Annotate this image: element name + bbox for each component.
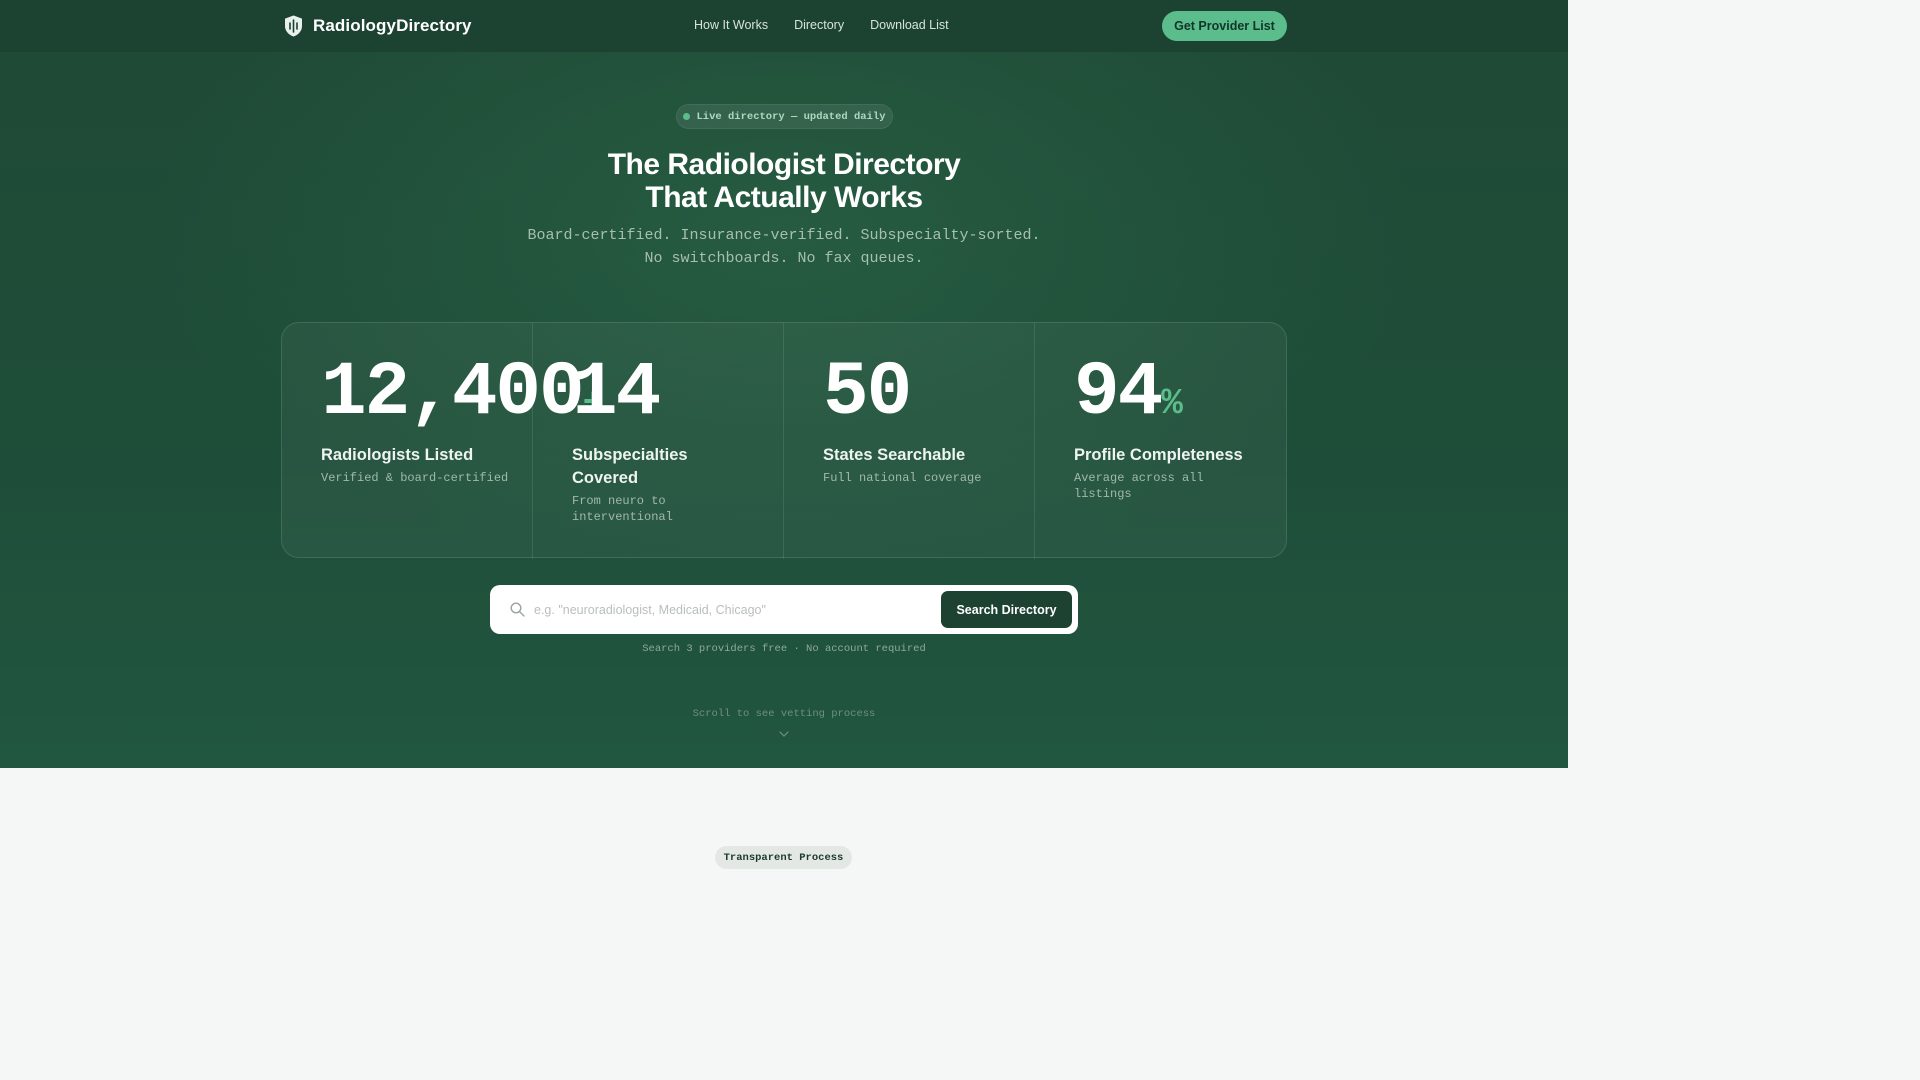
scroll-hint: Scroll to see vetting process <box>692 708 876 720</box>
stat-label: Radiologists Listed <box>321 446 474 464</box>
status-dot-icon <box>683 113 691 120</box>
stat-label: Profile Completeness <box>1074 446 1243 464</box>
shield-icon <box>285 15 302 37</box>
stats-panel: 12,400+ Radiologists Listed Verified & b… <box>281 322 1287 559</box>
stat-label: Subspecialties Covered <box>572 446 688 487</box>
top-nav: RadiologyDirectory How It Works Director… <box>0 0 1568 52</box>
hero-subtitle: Board-certified. Insurance-verified. Sub… <box>384 224 1184 270</box>
nav-link-directory[interactable]: Directory <box>794 18 844 32</box>
stat-label: States Searchable <box>823 446 966 464</box>
stat-suffix: % <box>1161 383 1183 424</box>
stat-value: 14 <box>572 350 661 436</box>
chevron-down-icon[interactable] <box>778 730 790 738</box>
search-icon <box>510 602 525 617</box>
badge-text: Live directory — updated daily <box>696 110 886 123</box>
live-badge: Live directory — updated daily <box>676 104 893 129</box>
brand[interactable]: RadiologyDirectory <box>284 14 472 38</box>
search-input[interactable] <box>534 597 924 622</box>
stat-value: 50 <box>823 350 912 436</box>
page-title: The Radiologist Directory That Actually … <box>434 148 1134 214</box>
stat-desc: From neuro to interventional <box>572 494 673 524</box>
nav-link-how-it-works[interactable]: How It Works <box>694 18 768 32</box>
hero-section: RadiologyDirectory How It Works Director… <box>0 0 1568 768</box>
stat-desc: Full national coverage <box>823 471 982 485</box>
stat-value: 94% <box>1074 350 1183 436</box>
subtitle-line-1: Board-certified. Insurance-verified. Sub… <box>527 227 1041 244</box>
search-directory-button[interactable]: Search Directory <box>941 591 1072 628</box>
headline-line-2: That Actually Works <box>645 181 923 214</box>
stat-states: 50 States Searchable Full national cover… <box>784 323 1035 559</box>
headline-line-1: The Radiologist Directory <box>607 148 961 181</box>
nav-link-download-list[interactable]: Download List <box>870 18 949 32</box>
stat-subspecialties: 14 Subspecialties Covered From neuro to … <box>533 323 784 559</box>
search-note: Search 3 providers free · No account req… <box>642 643 926 655</box>
section-pill: Transparent Process <box>715 846 852 869</box>
nav-links: How It Works Directory Download List <box>694 18 949 32</box>
stat-desc: Average across all listings <box>1074 471 1204 501</box>
stat-radiologists: 12,400+ Radiologists Listed Verified & b… <box>282 323 604 559</box>
search-bar: Search Directory <box>490 585 1078 634</box>
stat-desc: Verified & board-certified <box>321 471 509 485</box>
subtitle-line-2: No switchboards. No fax queues. <box>644 250 924 267</box>
brand-name: RadiologyDirectory <box>313 16 472 35</box>
get-provider-list-button[interactable]: Get Provider List <box>1162 11 1287 41</box>
stat-completeness: 94% Profile Completeness Average across … <box>1035 323 1286 559</box>
